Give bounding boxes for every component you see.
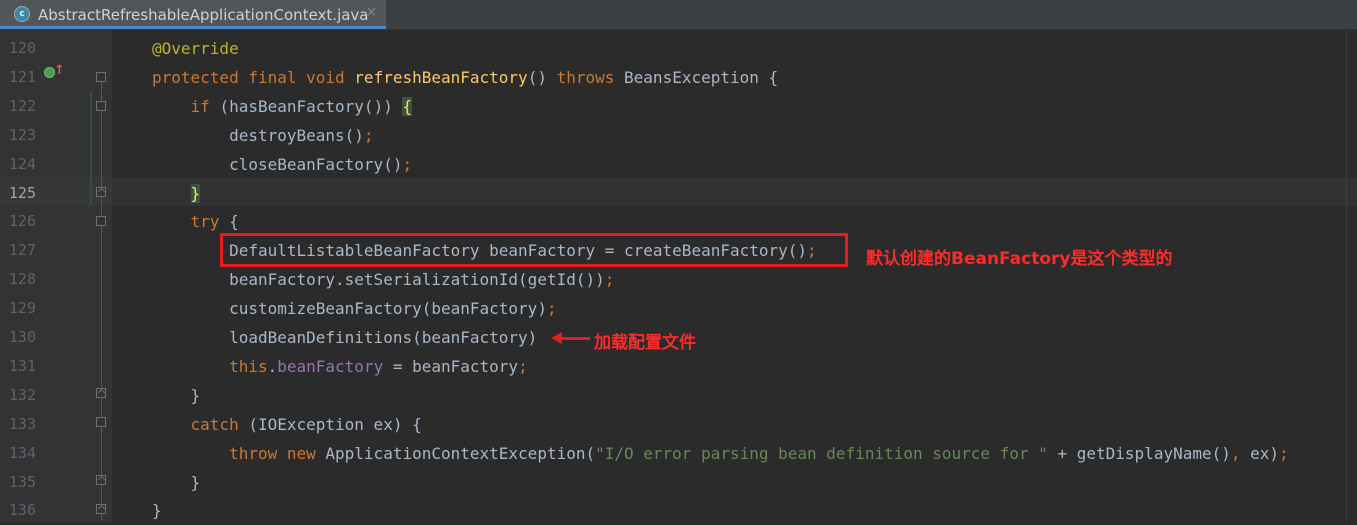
code-text[interactable]: destroyBeans();	[152, 121, 374, 150]
line-number: 128	[8, 270, 36, 289]
line-number: 130	[8, 328, 36, 346]
fold-toggle-icon[interactable]	[96, 216, 106, 226]
code-line-124[interactable]: 124 closeBeanFactory();	[0, 150, 1357, 179]
highlight-box-create-bean-factory	[220, 233, 848, 267]
line-number: 135	[8, 472, 36, 491]
line-number: 125	[8, 183, 36, 202]
code-text[interactable]: protected final void refreshBeanFactory(…	[152, 63, 778, 92]
code-line-128[interactable]: 128 beanFactory.setSerializationId(getId…	[0, 265, 1357, 294]
tab-abstract-refreshable-application-context[interactable]: c AbstractRefreshableApplicationContext.…	[0, 0, 386, 29]
code-line-133[interactable]: 133 catch (IOException ex) {	[0, 410, 1357, 439]
fold-end-icon[interactable]	[96, 388, 106, 398]
line-number: 129	[8, 299, 36, 318]
code-text[interactable]: throw new ApplicationContextException("I…	[152, 439, 1289, 468]
tab-title: AbstractRefreshableApplicationContext.ja…	[38, 6, 369, 24]
code-line-129[interactable]: 129 customizeBeanFactory(beanFactory);	[0, 294, 1357, 323]
code-line-120[interactable]: 120 @Override	[0, 34, 1357, 63]
java-class-icon-letter: c	[19, 9, 25, 19]
code-line-123[interactable]: 123 destroyBeans();	[0, 121, 1357, 150]
code-line-121[interactable]: 121 protected final void refreshBeanFacto…	[0, 63, 1357, 92]
close-icon[interactable]: ×	[366, 5, 377, 20]
line-number: 136	[8, 501, 36, 520]
code-line-125[interactable]: 125 }	[0, 179, 1357, 208]
line-number: 132	[8, 385, 36, 404]
code-text[interactable]: @Override	[152, 34, 239, 63]
code-line-122[interactable]: 122 if (hasBeanFactory()) {	[0, 92, 1357, 121]
java-class-icon: c	[14, 6, 30, 22]
code-text[interactable]: }	[152, 468, 201, 497]
code-line-134[interactable]: 134 throw new ApplicationContextExceptio…	[0, 439, 1357, 468]
line-number: 124	[8, 154, 36, 173]
fold-end-icon[interactable]	[96, 504, 106, 514]
code-text[interactable]: if (hasBeanFactory()) {	[152, 92, 413, 121]
line-number: 134	[8, 443, 36, 462]
code-line-131[interactable]: 131 this.beanFactory = beanFactory;	[0, 352, 1357, 381]
fold-end-icon[interactable]	[96, 187, 106, 197]
line-number: 131	[8, 356, 36, 375]
annotation-default-bean-factory-type: 默认创建的BeanFactory是这个类型的	[866, 249, 1173, 269]
code-line-136[interactable]: 136}	[0, 496, 1357, 525]
code-text[interactable]: }	[152, 381, 201, 410]
code-text[interactable]: }	[152, 496, 162, 525]
code-line-132[interactable]: 132 }	[0, 381, 1357, 410]
code-text[interactable]: beanFactory.setSerializationId(getId());	[152, 265, 614, 294]
editor-tab-bar: c AbstractRefreshableApplicationContext.…	[0, 0, 1357, 30]
code-line-135[interactable]: 135 }	[0, 468, 1357, 497]
code-text[interactable]: customizeBeanFactory(beanFactory);	[152, 294, 557, 323]
line-number: 127	[8, 241, 36, 260]
code-text[interactable]: loadBeanDefinitions(beanFactory)	[152, 323, 537, 352]
fold-toggle-icon[interactable]	[96, 417, 106, 427]
code-text[interactable]: }	[152, 179, 201, 208]
line-number: 123	[8, 125, 36, 144]
line-number: 133	[8, 414, 36, 433]
line-number: 121	[8, 67, 36, 86]
code-text[interactable]: catch (IOException ex) {	[152, 410, 422, 439]
line-number: 122	[8, 96, 36, 115]
code-text[interactable]: closeBeanFactory();	[152, 150, 412, 179]
red-arrow-shaft	[560, 337, 590, 340]
line-number: 126	[8, 212, 36, 231]
fold-toggle-icon[interactable]	[96, 101, 106, 111]
override-arrow-icon[interactable]: ↑	[54, 63, 65, 78]
fold-end-icon[interactable]	[96, 475, 106, 485]
annotation-load-config-file: 加载配置文件	[594, 333, 696, 353]
line-number: 120	[8, 39, 36, 57]
fold-toggle-icon[interactable]	[96, 72, 106, 82]
code-text[interactable]: this.beanFactory = beanFactory;	[152, 352, 528, 381]
